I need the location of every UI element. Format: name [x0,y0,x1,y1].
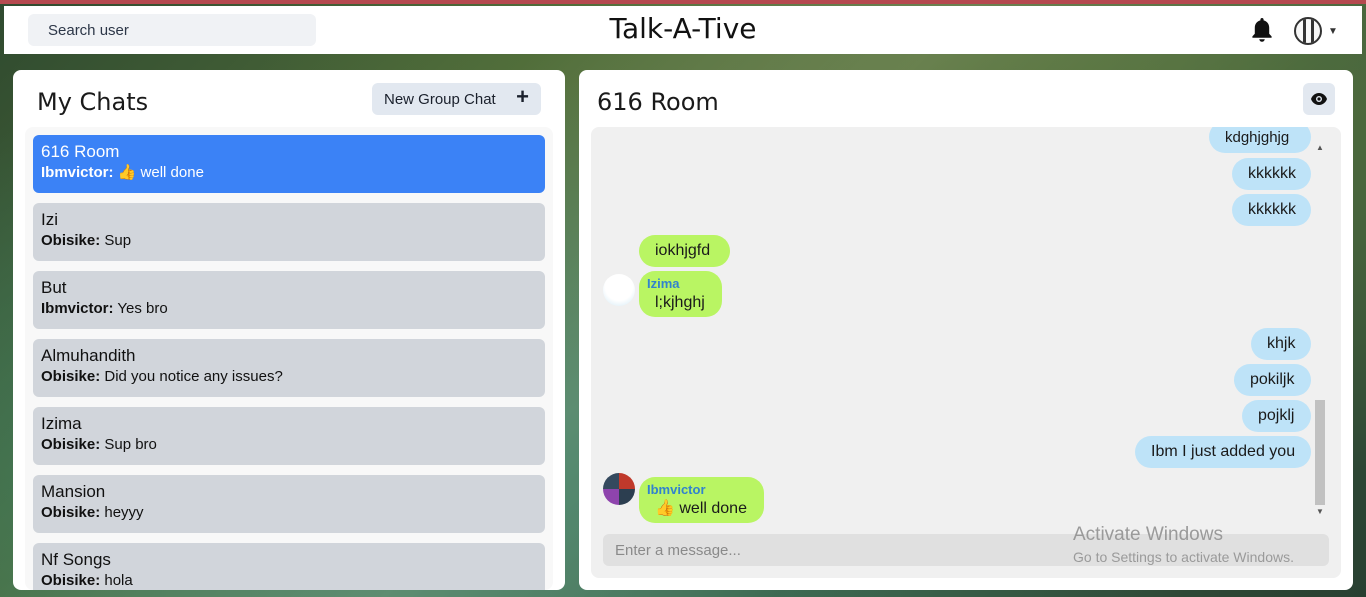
chat-latest-text: hola [104,572,133,589]
message-bubble-outgoing: kkkkkk [1232,158,1311,190]
chat-latest-text: Did you notice any issues? [104,368,283,385]
chat-list-item[interactable]: Almuhandith Obisike: Did you notice any … [33,339,545,397]
message-bubble-incoming: Ibmvictor 👍 well done [639,477,764,523]
chat-latest-text: Yes bro [117,300,168,317]
chat-name: Izima [41,414,82,433]
message-bubble-outgoing: pojklj [1242,400,1311,432]
chat-list[interactable]: 616 Room Ibmvictor: 👍 well done Izi Obis… [25,127,553,590]
message-text: 👍 well done [655,500,747,517]
chat-list-item[interactable]: Izima Obisike: Sup bro [33,407,545,465]
chat-latest-message: Obisike: Did you notice any issues? [41,367,537,387]
chat-latest-text: Sup [104,232,132,249]
chat-list-item[interactable]: Nf Songs Obisike: hola [33,543,545,590]
plus-icon: + [516,84,529,109]
chat-list-item[interactable]: Izi Obisike: Sup [33,203,545,261]
search-user-button[interactable]: Search user [28,14,316,46]
scrollbar-thumb[interactable] [1315,400,1325,505]
message-text: pokiljk [1250,371,1295,388]
my-chats-title: My Chats [37,88,149,116]
chat-latest-sender: Obisike: [41,572,101,589]
message-bubble-incoming: Izima l;kjhghj [639,271,722,317]
chat-name: Nf Songs [41,550,111,569]
message-sender-name: Izima [647,276,680,291]
message-input[interactable] [603,534,1329,566]
chat-latest-message: Obisike: heyyy [41,503,537,523]
message-bubble-outgoing: khjk [1251,328,1311,360]
chat-room-panel: 616 Room kdghjghjg kkkkkk kkkkkk iokhjgf… [579,70,1353,590]
my-chats-panel: My Chats New Group Chat + 616 Room Ibmvi… [13,70,565,590]
chat-latest-sender: Obisike: [41,368,101,385]
scroll-down-icon[interactable]: ▼ [1316,507,1324,516]
chat-latest-sender: Obisike: [41,436,101,453]
eye-icon [1311,93,1327,105]
new-group-chat-button[interactable]: New Group Chat + [372,83,541,115]
message-sender-name: Ibmvictor [647,482,706,497]
message-bubble-outgoing: kkkkkk [1232,194,1311,226]
new-group-chat-label: New Group Chat [384,90,496,108]
message-text: kkkkkk [1248,201,1296,218]
chat-latest-sender: Ibmvictor: [41,300,114,317]
message-text: kkkkkk [1248,165,1296,182]
chat-latest-text: 👍 well done [117,164,204,181]
chat-name: Mansion [41,482,106,501]
bell-icon[interactable] [1250,17,1274,43]
chat-name: 616 Room [41,142,120,161]
chat-name: Izi [41,210,58,229]
scroll-up-icon[interactable]: ▲ [1316,143,1324,152]
profile-menu-button[interactable]: ▼ [1294,16,1342,46]
chat-list-item[interactable]: But Ibmvictor: Yes bro [33,271,545,329]
chat-latest-text: heyyy [104,504,144,521]
view-room-details-button[interactable] [1303,83,1335,115]
room-title: 616 Room [597,88,719,116]
chat-latest-message: Ibmvictor: Yes bro [41,299,537,319]
chat-name: But [41,278,67,297]
chat-latest-message: Obisike: Sup bro [41,435,537,455]
message-bubble-outgoing: kdghjghjg [1209,127,1311,153]
message-text: iokhjgfd [655,242,711,259]
chat-latest-text: Sup bro [104,436,157,453]
message-text: Ibm I just added you [1151,443,1296,460]
top-header: Search user Talk-A-Tive ▼ [4,6,1362,54]
chat-latest-message: Ibmvictor: 👍 well done [41,163,537,183]
chat-list-item[interactable]: Mansion Obisike: heyyy [33,475,545,533]
message-text: khjk [1267,335,1296,352]
chat-list-item[interactable]: 616 Room Ibmvictor: 👍 well done [33,135,545,193]
chat-name: Almuhandith [41,346,136,365]
chat-latest-message: Obisike: hola [41,571,537,590]
avatar [1294,17,1322,45]
message-text: l;kjhghj [655,294,705,311]
message-text: pojklj [1258,407,1295,424]
sender-avatar[interactable] [603,274,635,306]
messages-area[interactable]: kdghjghjg kkkkkk kkkkkk iokhjgfd Izima l… [591,127,1341,578]
chat-latest-sender: Obisike: [41,232,101,249]
top-accent-bar [0,0,1366,4]
message-bubble-outgoing: pokiljk [1234,364,1311,396]
chat-latest-sender: Ibmvictor: [41,164,114,181]
chat-latest-sender: Obisike: [41,504,101,521]
search-user-label: Search user [48,21,129,39]
message-text: kdghjghjg [1225,128,1290,146]
sender-avatar[interactable] [603,473,635,505]
message-bubble-outgoing: Ibm I just added you [1135,436,1311,468]
chat-latest-message: Obisike: Sup [41,231,537,251]
chevron-down-icon: ▼ [1328,25,1338,37]
message-bubble-incoming: iokhjgfd [639,235,730,267]
